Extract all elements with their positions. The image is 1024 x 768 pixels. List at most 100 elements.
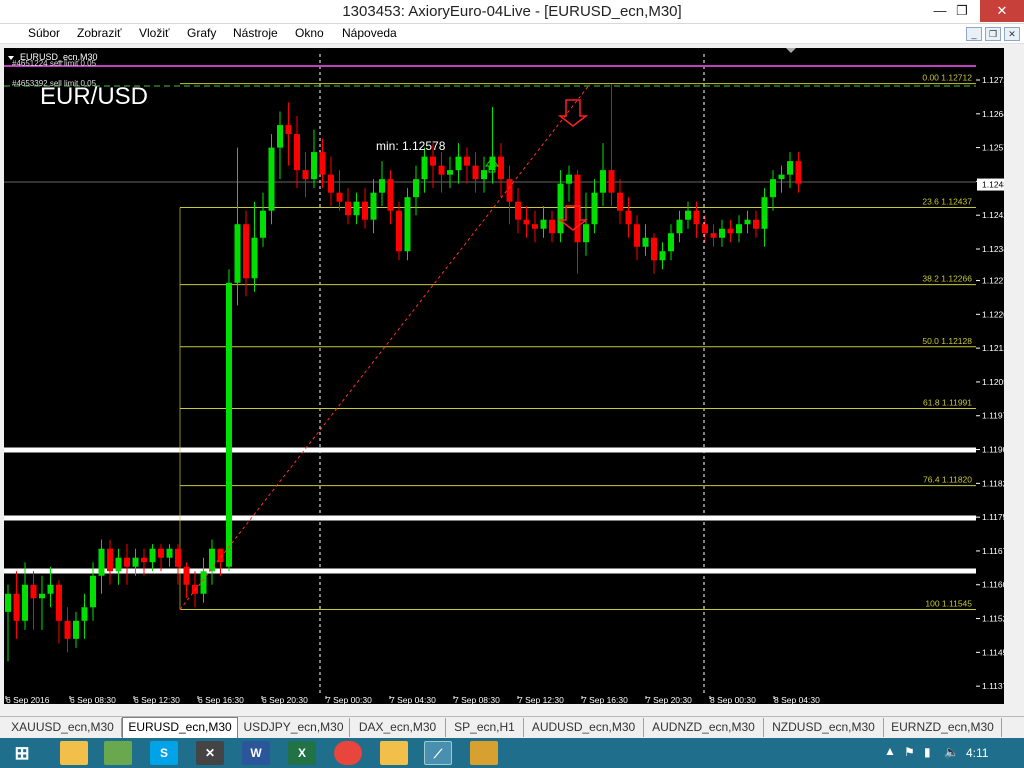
explorer-icon[interactable] (60, 741, 88, 765)
mdi-close-button[interactable]: ✕ (1004, 27, 1020, 41)
window-title: 1303453: AxioryEuro-04Live - [EURUSD_ecn… (342, 3, 682, 20)
x-tick-label: 7 Sep 08:30 (454, 695, 500, 704)
candle-body (336, 192, 343, 202)
excel-icon[interactable]: X (288, 741, 316, 765)
menu-zobrazit[interactable]: Zobraziť (77, 26, 122, 40)
restore-button[interactable]: ❐ (946, 0, 978, 22)
candle-body (625, 210, 632, 225)
price-chart[interactable]: 0.00 1.12712 23.6 1.12437 38.2 1.12266 50.0… (4, 48, 1004, 704)
app-icon[interactable] (104, 741, 132, 765)
candle-body (472, 165, 479, 180)
clock: 4:11 (966, 746, 989, 760)
candle-body (464, 156, 470, 166)
candle-body (676, 219, 683, 234)
candle-body (421, 156, 428, 180)
candle-body (685, 210, 691, 220)
terminal-icon[interactable]: ✕ (196, 741, 224, 765)
candle-body (328, 174, 334, 193)
chrome-icon[interactable] (334, 741, 362, 765)
candle-body (642, 237, 649, 247)
y-tick-label: 1.12345 (982, 244, 1004, 254)
candle-body (753, 219, 759, 229)
candle-body (90, 575, 96, 608)
candle-body (770, 179, 776, 198)
candle-body (761, 197, 768, 229)
network-icon[interactable]: ▮ (924, 745, 931, 759)
mdi-restore-button[interactable]: ❐ (985, 27, 1001, 41)
candle-body (192, 584, 198, 594)
candle-body (498, 156, 504, 180)
candle-body (183, 566, 190, 585)
fib-level-label: 23.6 1.12437 (922, 197, 972, 207)
skype-icon[interactable]: S (150, 741, 178, 765)
candle-body (617, 192, 623, 211)
y-tick-label: 1.12125 (982, 343, 1004, 353)
close-button[interactable]: ✕ (980, 0, 1024, 22)
candle-body (634, 224, 640, 247)
chart-tab[interactable]: EURNZD_ecn,M30 (884, 718, 1002, 737)
y-tick-label: 1.11975 (982, 411, 1004, 421)
x-tick-label: 8 Sep 04:30 (774, 695, 820, 704)
chart-tab[interactable]: AUDUSD_ecn,M30 (524, 718, 644, 737)
candle-body (719, 228, 725, 238)
x-tick-label: 7 Sep 00:30 (326, 695, 372, 704)
chart-tab[interactable]: XAUUSD_ecn,M30 (4, 718, 122, 737)
mdi-minimize-button[interactable]: _ (966, 27, 982, 41)
fib-level-label: 50.0 1.12128 (922, 336, 972, 346)
y-tick-label: 1.12570 (982, 143, 1004, 153)
start-button-icon[interactable]: ⊞ (8, 741, 36, 765)
candle-body (702, 224, 708, 234)
y-tick-label: 1.11525 (982, 614, 1004, 624)
app2-icon[interactable] (470, 741, 498, 765)
candle-body (200, 571, 207, 594)
x-tick-label: 6 Sep 08:30 (70, 695, 116, 704)
volume-icon[interactable]: 🔈 (944, 745, 959, 759)
menu-vlozit[interactable]: Vložiť (139, 26, 170, 40)
folder-icon[interactable] (380, 741, 408, 765)
chart-tab[interactable]: EURUSD_ecn,M30 (122, 717, 238, 738)
candle-body (73, 620, 79, 639)
candle-body (523, 219, 530, 225)
candle-body (345, 201, 351, 216)
y-tick-label: 1.12275 (982, 276, 1004, 286)
candle-body (549, 219, 555, 234)
candle-body (540, 219, 547, 229)
fib-level-label: 38.2 1.12266 (922, 274, 972, 284)
word-icon[interactable]: W (242, 741, 270, 765)
order-label-1: #4651224 sell limit 0.05 (12, 59, 97, 68)
candle-body (396, 210, 402, 252)
chart-tab[interactable]: SP_ecn,H1 (446, 718, 524, 737)
menu-grafy[interactable]: Grafy (187, 26, 216, 40)
menu-subor[interactable]: Súbor (28, 26, 60, 40)
menu-napoveda[interactable]: Nápoveda (342, 26, 397, 40)
menu-okno[interactable]: Okno (295, 26, 324, 40)
candle-body (778, 174, 785, 180)
chart-tab[interactable]: NZDUSD_ecn,M30 (764, 718, 884, 737)
candle-body (370, 192, 377, 220)
y-tick-label: 1.12200 (982, 309, 1004, 319)
candle-body (5, 593, 11, 612)
candle-body (124, 557, 130, 567)
chart-tab[interactable]: DAX_ecn,M30 (350, 718, 446, 737)
candle-body (294, 134, 300, 171)
candle-body (693, 210, 700, 225)
menu-nastroje[interactable]: Nástroje (233, 26, 278, 40)
candle-body (362, 201, 368, 220)
tray-arrow-icon[interactable]: ▲ (884, 744, 896, 758)
candle-body (149, 548, 156, 563)
chart-tab[interactable]: AUDNZD_ecn,M30 (644, 718, 764, 737)
x-tick-label: 8 Sep 00:30 (710, 695, 756, 704)
candle-body (387, 179, 394, 211)
chart-tab[interactable]: USDJPY_ecn,M30 (238, 718, 350, 737)
fib-level-label: 61.8 1.11991 (923, 398, 972, 408)
y-tick-label: 1.11450 (982, 647, 1004, 657)
candle-body (234, 224, 241, 283)
x-tick-label: 7 Sep 20:30 (646, 695, 692, 704)
chart-window: 0.00 1.12712 23.6 1.12437 38.2 1.12266 50.0… (0, 44, 1024, 716)
flag-icon[interactable]: ⚑ (904, 745, 915, 759)
candle-body (600, 170, 606, 193)
fib-level-label: 76.4 1.11820 (923, 475, 972, 485)
x-tick-label: 6 Sep 2016 (6, 695, 50, 704)
metatrader-icon[interactable]: ⟋ (424, 741, 452, 765)
candle-body (302, 170, 309, 180)
